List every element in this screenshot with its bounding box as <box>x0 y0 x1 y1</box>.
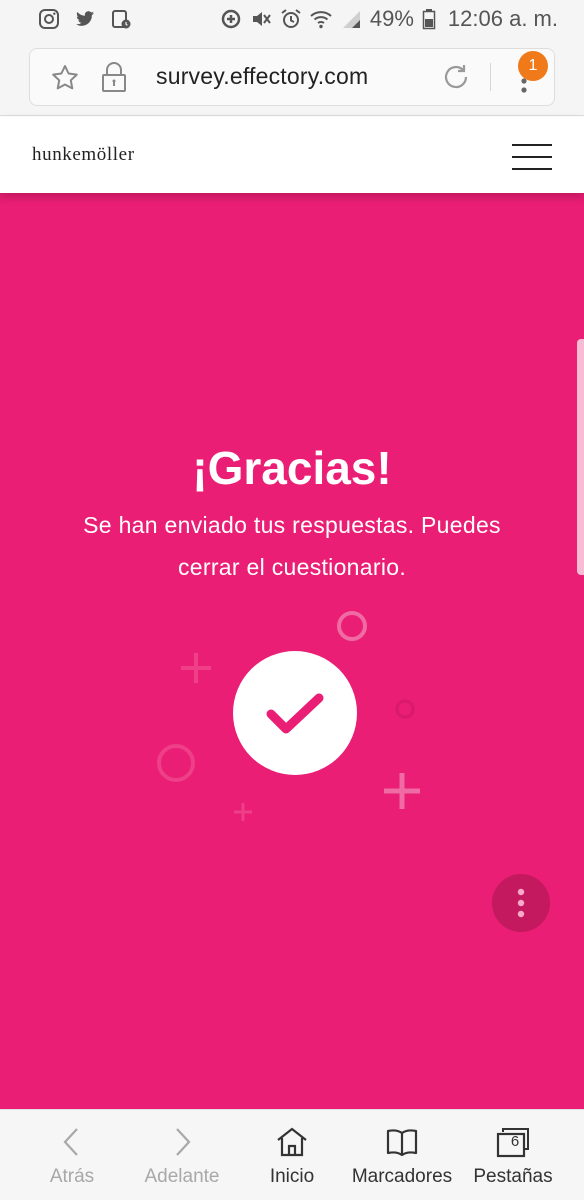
browser-bottom-nav: Atrás Adelante Inicio Marcadores 6 Pesta… <box>0 1109 584 1200</box>
brand-logo[interactable]: hunkemöller <box>32 144 135 166</box>
bookmarks-icon <box>384 1124 420 1160</box>
back-icon <box>54 1124 90 1160</box>
status-bar: 49% 12:06 a. m. <box>0 0 584 40</box>
url-text[interactable]: survey.effectory.com <box>156 63 368 90</box>
nav-bookmarks-label: Marcadores <box>351 1166 453 1187</box>
deco-circle-small <box>395 699 415 719</box>
toolbar-divider <box>490 63 491 91</box>
thank-you-panel: ¡Gracias! Se han enviado tus respuestas.… <box>0 193 584 1109</box>
twitter-icon <box>74 8 96 30</box>
page-title: ¡Gracias! <box>192 442 392 494</box>
nav-tabs-button[interactable]: 6 Pestañas <box>466 1110 560 1200</box>
instagram-icon <box>38 8 60 30</box>
thank-you-message: Se han enviado tus respuestas. Puedes ce… <box>40 504 544 588</box>
mute-icon <box>250 8 272 30</box>
address-bar[interactable]: survey.effectory.com 1 <box>29 48 555 106</box>
status-right-icons: 49% 12:06 a. m. <box>220 6 558 32</box>
deco-plus-bottom <box>234 803 252 821</box>
status-left-icons <box>38 8 132 30</box>
home-icon <box>274 1124 310 1160</box>
nav-forward-button[interactable]: Adelante <box>132 1110 232 1200</box>
deco-plus-left <box>181 653 211 683</box>
site-header: hunkemöller <box>0 117 584 193</box>
notification-badge[interactable]: 1 <box>518 51 548 81</box>
data-saver-icon <box>220 8 242 30</box>
battery-percent: 49% <box>369 6 414 31</box>
nav-back-label: Atrás <box>49 1166 95 1187</box>
scroll-handle[interactable] <box>577 339 584 575</box>
deco-circle-left <box>157 744 195 782</box>
hamburger-icon[interactable] <box>512 144 552 170</box>
nav-home-label: Inicio <box>269 1166 315 1187</box>
more-options-button[interactable] <box>492 874 550 932</box>
nav-tabs-label: Pestañas <box>473 1166 553 1187</box>
star-icon[interactable] <box>50 63 80 93</box>
message-line-2: cerrar el cuestionario. <box>177 554 407 580</box>
reload-icon[interactable] <box>440 61 472 93</box>
nav-forward-label: Adelante <box>144 1166 220 1187</box>
browser-toolbar: survey.effectory.com 1 <box>0 40 584 116</box>
alarm-icon <box>280 8 302 30</box>
nav-home-button[interactable]: Inicio <box>242 1110 342 1200</box>
nav-bookmarks-button[interactable]: Marcadores <box>348 1110 456 1200</box>
battery-icon <box>422 8 436 30</box>
tabs-count: 6 <box>510 1133 520 1150</box>
nav-back-button[interactable]: Atrás <box>22 1110 122 1200</box>
signal-icon <box>340 8 362 30</box>
deco-circle-top <box>337 611 367 641</box>
message-line-1: Se han enviado tus respuestas. Puedes <box>83 512 501 538</box>
checkmark-icon <box>266 693 324 734</box>
success-badge <box>233 651 357 775</box>
wifi-icon <box>310 8 332 30</box>
lock-icon[interactable] <box>100 61 128 93</box>
clock-time: 12:06 a. m. <box>447 6 558 31</box>
calendar-icon <box>110 8 132 30</box>
forward-icon <box>164 1124 200 1160</box>
deco-plus-right <box>384 773 420 809</box>
vertical-dots-icon <box>517 888 525 918</box>
